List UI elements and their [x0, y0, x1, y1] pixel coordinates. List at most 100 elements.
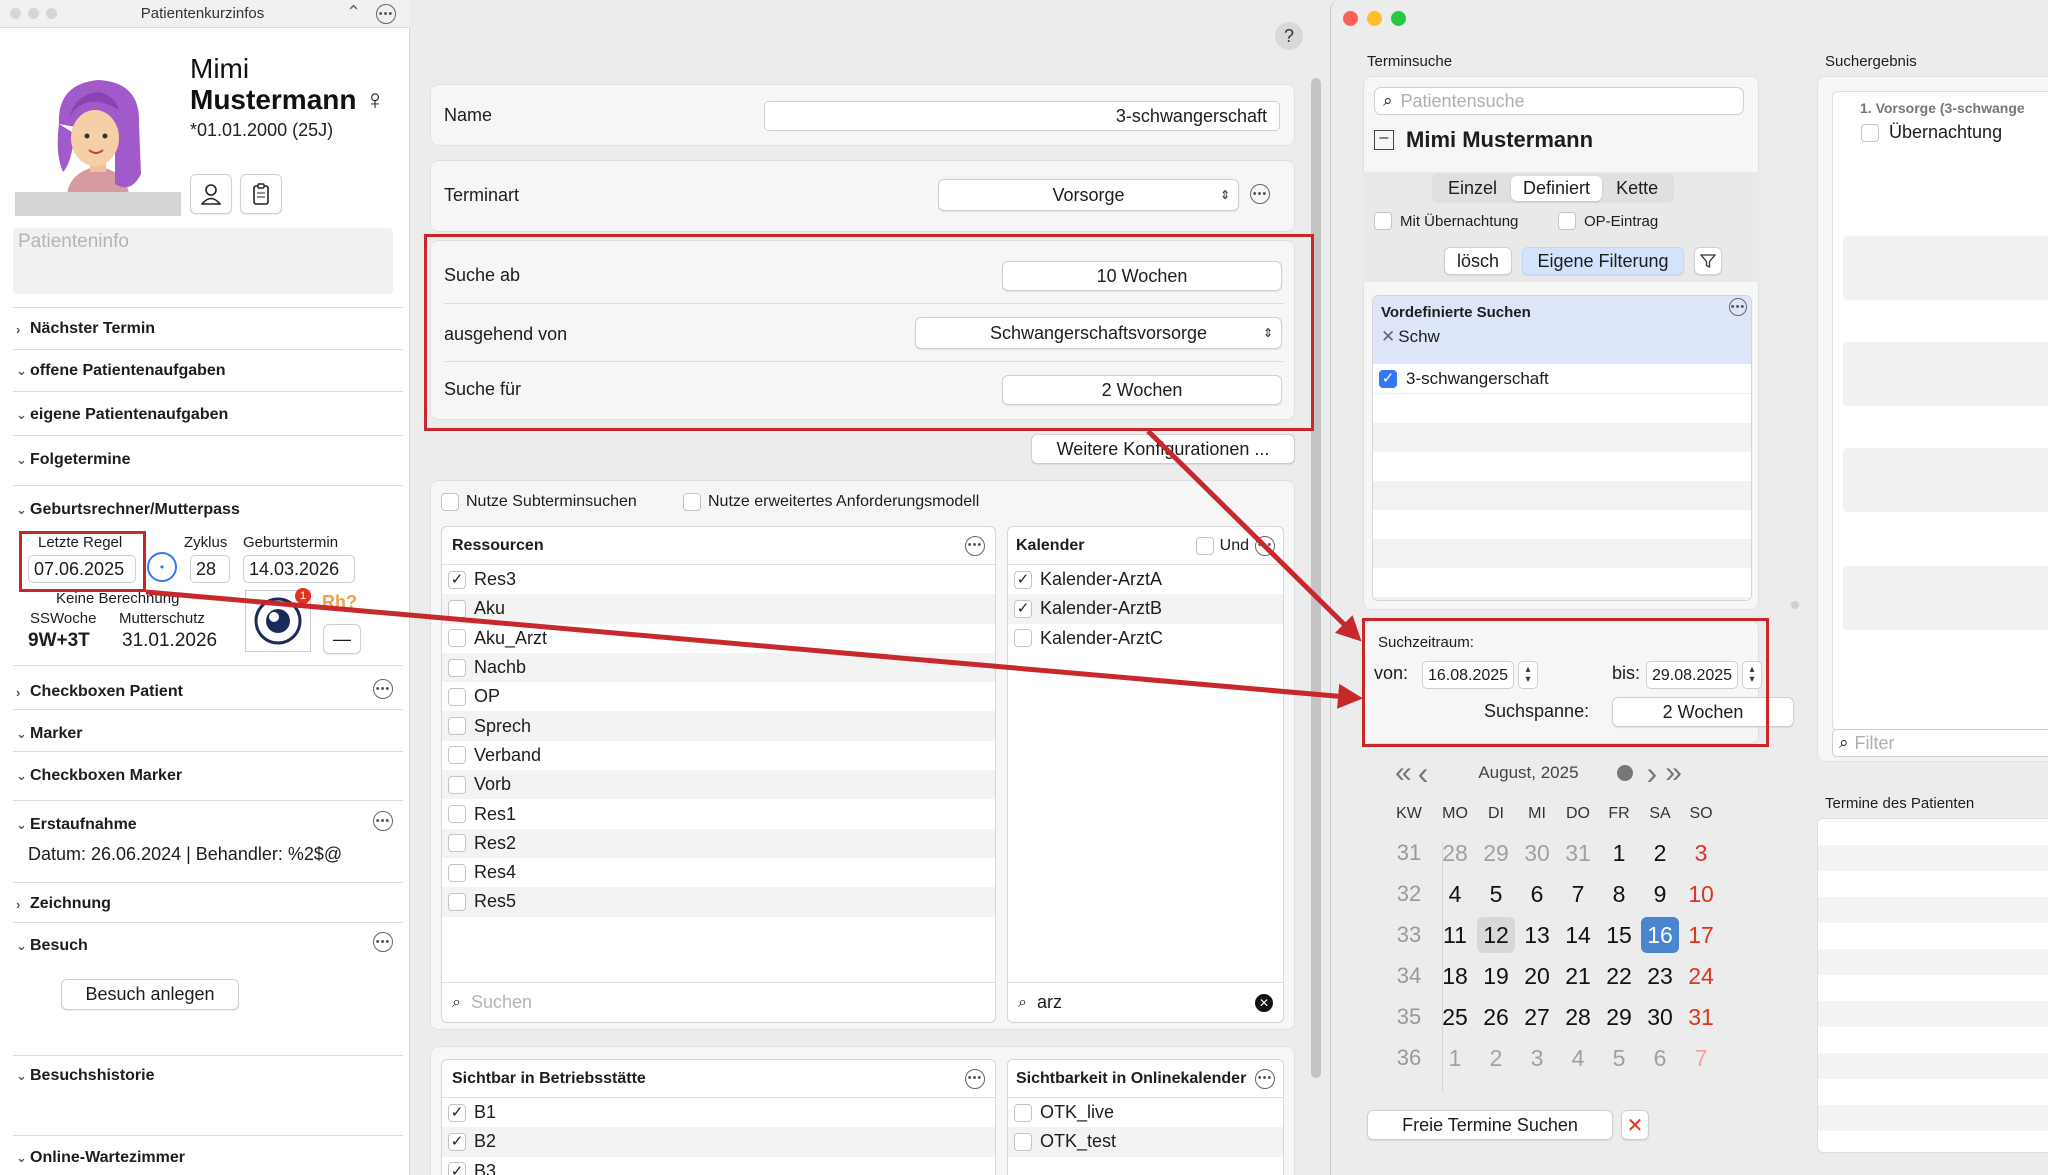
list-item-checkbox[interactable] [448, 834, 466, 853]
next-month-icon[interactable]: › [1647, 755, 1658, 792]
calendar-day[interactable]: 29 [1477, 835, 1515, 871]
uebernachtung-row[interactable]: Mit Übernachtung [1374, 212, 1518, 230]
section-eigene-aufgaben[interactable]: ⌄ eigene Patientenaufgaben [16, 406, 228, 424]
calendar-day[interactable]: 10 [1682, 876, 1720, 912]
result-item-checkbox[interactable] [1861, 123, 1879, 142]
calendar-day[interactable]: 2 [1641, 835, 1679, 871]
calendar-day[interactable]: 22 [1600, 958, 1638, 994]
calendar-day[interactable]: 26 [1477, 999, 1515, 1035]
calendar-day[interactable]: 14 [1559, 917, 1597, 953]
vordef-item[interactable]: ✓ 3-schwangerschaft [1373, 364, 1751, 394]
list-item[interactable]: ✓ B3 [442, 1156, 995, 1175]
scrollbar[interactable] [1311, 78, 1321, 1078]
today-icon[interactable] [1616, 765, 1633, 781]
more-icon[interactable]: ••• [965, 1068, 985, 1089]
calendar-day[interactable]: 1 [1600, 835, 1638, 871]
more-icon[interactable]: ••• [1729, 298, 1747, 316]
calendar-day[interactable]: 4 [1559, 1040, 1597, 1076]
calendar-day[interactable]: 21 [1559, 958, 1597, 994]
list-item[interactable]: Res1 [442, 799, 995, 829]
list-item-checkbox[interactable] [448, 805, 466, 824]
segment-definiert[interactable]: Definiert [1511, 175, 1603, 201]
calendar-day[interactable]: 29 [1600, 999, 1638, 1035]
patient-row[interactable]: – Mimi Mustermann [1374, 127, 1593, 153]
list-item-checkbox[interactable]: ✓ [448, 1132, 466, 1151]
calendar-day[interactable]: 12 [1477, 917, 1515, 953]
freie-termine-button[interactable]: Freie Termine Suchen [1367, 1110, 1613, 1140]
list-item-checkbox[interactable] [1014, 1132, 1032, 1151]
calendar-day[interactable]: 8 [1600, 876, 1638, 912]
op-eintrag-row[interactable]: OP-Eintrag [1558, 212, 1658, 230]
minus-square-icon[interactable]: – [1374, 130, 1394, 150]
section-geburtsrechner[interactable]: ⌄ Geburtsrechner/Mutterpass [16, 501, 240, 519]
list-item-checkbox[interactable] [1014, 1103, 1032, 1122]
close-window-button[interactable] [1343, 11, 1358, 26]
calendar-day[interactable]: 9 [1641, 876, 1679, 912]
person-button[interactable] [190, 174, 232, 214]
section-naechster-termin[interactable]: › Nächster Termin [16, 320, 155, 338]
clipboard-button[interactable] [240, 174, 282, 214]
list-item-checkbox[interactable] [448, 687, 466, 706]
calendar-day[interactable]: 31 [1559, 835, 1597, 871]
remove-icon[interactable]: ✕ [1381, 327, 1395, 347]
filter-button[interactable] [1694, 247, 1722, 275]
section-marker[interactable]: ⌄ Marker [16, 725, 82, 743]
minus-button[interactable]: — [323, 624, 361, 654]
calendar-day[interactable]: 30 [1641, 999, 1679, 1035]
list-item-checkbox[interactable] [448, 658, 466, 677]
list-item[interactable]: Kalender-ArztC [1008, 623, 1283, 653]
result-group[interactable]: 1. Vorsorge (3-schwange [1860, 100, 2025, 116]
section-folgetermine[interactable]: ⌄ Folgetermine [16, 451, 130, 469]
section-erstaufnahme[interactable]: ⌄ Erstaufnahme [16, 816, 137, 834]
calendar-day[interactable]: 15 [1600, 917, 1638, 953]
ressourcen-search[interactable]: ⌕ Suchen [442, 982, 995, 1022]
more-icon[interactable]: ••• [373, 932, 393, 952]
calendar-day[interactable]: 31 [1682, 999, 1720, 1035]
list-item[interactable]: Res5 [442, 887, 995, 917]
splitter-handle[interactable] [1791, 601, 1799, 609]
clear-icon[interactable]: ✕ [1255, 993, 1273, 1012]
list-item-checkbox[interactable] [1014, 629, 1032, 648]
section-offene-aufgaben[interactable]: ⌄ offene Patientenaufgaben [16, 362, 226, 380]
list-item[interactable]: ✓ Res3 [442, 565, 995, 595]
list-item[interactable]: Aku [442, 594, 995, 624]
list-item-checkbox[interactable]: ✓ [1014, 599, 1032, 618]
list-item[interactable]: ✓ Kalender-ArztB [1008, 594, 1283, 624]
more-icon[interactable]: ••• [1255, 535, 1275, 556]
section-checkboxen-patient[interactable]: › Checkboxen Patient [16, 683, 183, 701]
vordef-item-checkbox[interactable]: ✓ [1379, 369, 1397, 388]
eigene-filterung-button[interactable]: Eigene Filterung [1522, 247, 1684, 275]
more-icon[interactable]: ••• [376, 4, 396, 24]
list-item[interactable]: Aku_Arzt [442, 623, 995, 653]
list-item[interactable]: Sprech [442, 711, 995, 741]
calendar-day[interactable]: 16 [1641, 917, 1679, 953]
more-icon[interactable]: ••• [373, 679, 393, 699]
list-item-checkbox[interactable] [448, 892, 466, 911]
patient-info-textarea[interactable]: Patienteninfo [13, 228, 393, 294]
more-icon[interactable]: ••• [1250, 184, 1270, 204]
result-filter-input[interactable]: ⌕ Filter [1832, 729, 2048, 757]
list-item[interactable]: OTK_test [1008, 1127, 1283, 1157]
list-item[interactable]: OTK_live [1008, 1098, 1283, 1128]
calendar-day[interactable]: 20 [1518, 958, 1556, 994]
calendar-day[interactable]: 7 [1682, 1040, 1720, 1076]
calendar-day[interactable]: 2 [1477, 1040, 1515, 1076]
und-checkbox[interactable] [1195, 536, 1214, 555]
section-besuchshistorie[interactable]: ⌄ Besuchshistorie [16, 1067, 154, 1085]
section-checkboxen-marker[interactable]: ⌄ Checkboxen Marker [16, 767, 182, 785]
more-icon[interactable]: ••• [1255, 1068, 1275, 1089]
more-icon[interactable]: ••• [373, 811, 393, 831]
cycle-field[interactable]: 28 [190, 555, 230, 583]
calendar-day[interactable]: 6 [1518, 876, 1556, 912]
calendar-day[interactable]: 7 [1559, 876, 1597, 912]
list-item-checkbox[interactable]: ✓ [448, 1162, 466, 1175]
list-item-checkbox[interactable] [448, 599, 466, 618]
calendar-day[interactable]: 19 [1477, 958, 1515, 994]
list-item-checkbox[interactable] [448, 775, 466, 794]
more-icon[interactable]: ••• [965, 535, 985, 556]
besuch-anlegen-button[interactable]: Besuch anlegen [61, 979, 239, 1010]
section-besuch[interactable]: ⌄ Besuch [16, 937, 88, 955]
cycle-icon[interactable]: • [147, 552, 177, 582]
list-item[interactable]: Verband [442, 740, 995, 771]
list-item-checkbox[interactable] [448, 863, 466, 882]
